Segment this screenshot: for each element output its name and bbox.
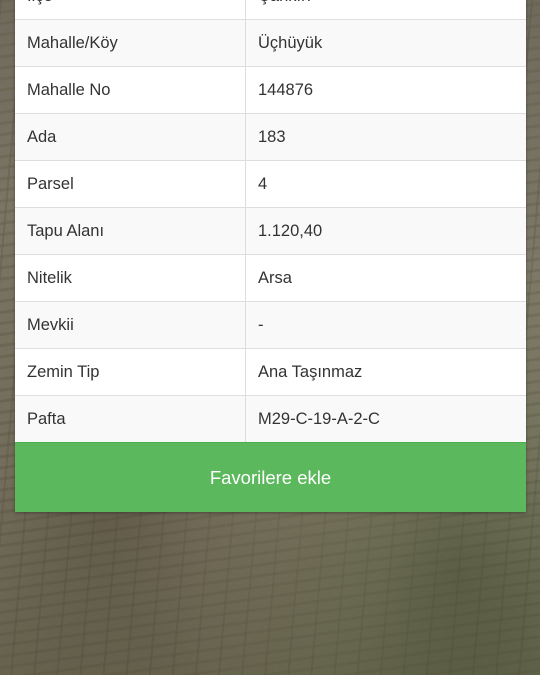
row-value-nitelik: Arsa — [245, 254, 526, 302]
row-label-ilce: İlçe — [15, 0, 246, 20]
row-value-zemin-tip: Ana Taşınmaz — [245, 348, 526, 396]
row-label-nitelik: Nitelik — [15, 254, 246, 302]
row-label-ada: Ada — [15, 113, 246, 161]
row-value-mahalle-koy: Üçhüyük — [245, 19, 526, 67]
row-value-ilce: Çankırı — [245, 0, 526, 20]
row-label-zemin-tip: Zemin Tip — [15, 348, 246, 396]
row-label-mevkii: Mevkii — [15, 301, 246, 349]
row-label-pafta: Pafta — [15, 395, 246, 442]
row-value-tapu-alani: 1.120,40 — [245, 207, 526, 255]
row-value-mahalle-no: 144876 — [245, 66, 526, 114]
row-value-ada: 183 — [245, 113, 526, 161]
row-value-mevkii: - — [245, 301, 526, 349]
parcel-info-table: İlçe Çankırı Mahalle/Köy Üçhüyük Mahalle… — [15, 0, 526, 442]
table-row: Nitelik Arsa — [15, 254, 526, 302]
table-row: Tapu Alanı 1.120,40 — [15, 207, 526, 255]
table-row: Ada 183 — [15, 113, 526, 161]
row-label-mahalle-no: Mahalle No — [15, 66, 246, 114]
table-row: Mevkii - — [15, 301, 526, 349]
row-label-parsel: Parsel — [15, 160, 246, 208]
table-row: Mahalle/Köy Üçhüyük — [15, 19, 526, 67]
row-value-pafta: M29-C-19-A-2-C — [245, 395, 526, 442]
table-row: Zemin Tip Ana Taşınmaz — [15, 348, 526, 396]
row-label-tapu-alani: Tapu Alanı — [15, 207, 246, 255]
parcel-info-panel: İlçe Çankırı Mahalle/Köy Üçhüyük Mahalle… — [15, 0, 526, 512]
table-row: Mahalle No 144876 — [15, 66, 526, 114]
row-value-parsel: 4 — [245, 160, 526, 208]
table-row: Pafta M29-C-19-A-2-C — [15, 395, 526, 442]
row-label-mahalle-koy: Mahalle/Köy — [15, 19, 246, 67]
add-to-favorites-button[interactable]: Favorilere ekle — [15, 442, 526, 512]
table-row: İlçe Çankırı — [15, 0, 526, 20]
table-row: Parsel 4 — [15, 160, 526, 208]
